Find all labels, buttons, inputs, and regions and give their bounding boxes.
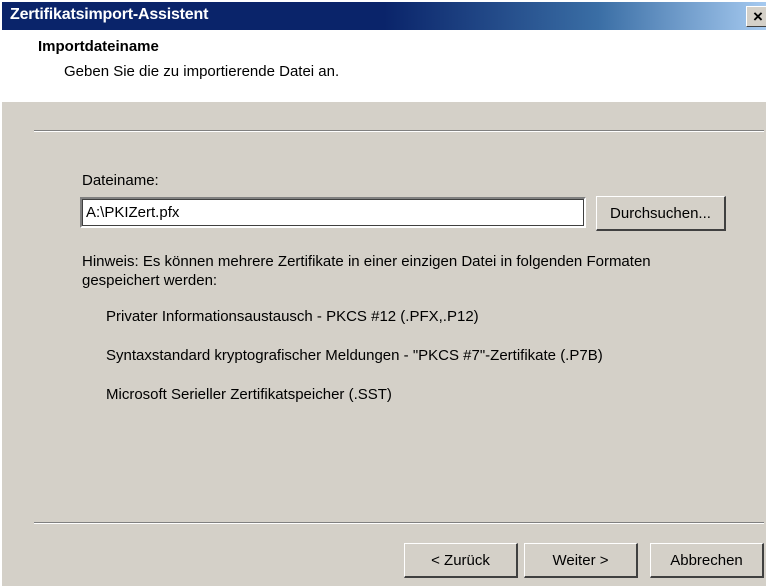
footer-separator <box>34 522 764 524</box>
page-title: Importdateiname <box>38 38 159 55</box>
next-button[interactable]: Weiter > <box>524 543 638 578</box>
page-subtitle: Geben Sie die zu importierende Datei an. <box>64 63 340 80</box>
title-bar[interactable]: Zertifikatsimport-Assistent <box>2 2 766 30</box>
browse-button[interactable]: Durchsuchen... <box>596 196 726 231</box>
hint-text-line2: gespeichert werden: <box>82 272 218 289</box>
back-button[interactable]: < Zurück <box>404 543 518 578</box>
format-item-pkcs12: Privater Informationsaustausch - PKCS #1… <box>106 308 479 325</box>
close-icon: × <box>753 7 763 26</box>
format-item-sst: Microsoft Serieller Zertifikatspeicher (… <box>106 386 392 403</box>
header-separator <box>34 130 764 132</box>
filename-label: Dateiname: <box>82 172 159 189</box>
hint-text-line1: Hinweis: Es können mehrere Zertifikate i… <box>82 253 651 270</box>
window-title: Zertifikatsimport-Assistent <box>10 6 209 23</box>
cancel-button[interactable]: Abbrechen <box>650 543 764 578</box>
format-item-pkcs7: Syntaxstandard kryptografischer Meldunge… <box>106 347 603 364</box>
wizard-window: Zertifikatsimport-Assistent × Importdate… <box>0 0 766 586</box>
filename-input[interactable] <box>80 197 586 228</box>
close-button[interactable]: × <box>746 6 766 27</box>
